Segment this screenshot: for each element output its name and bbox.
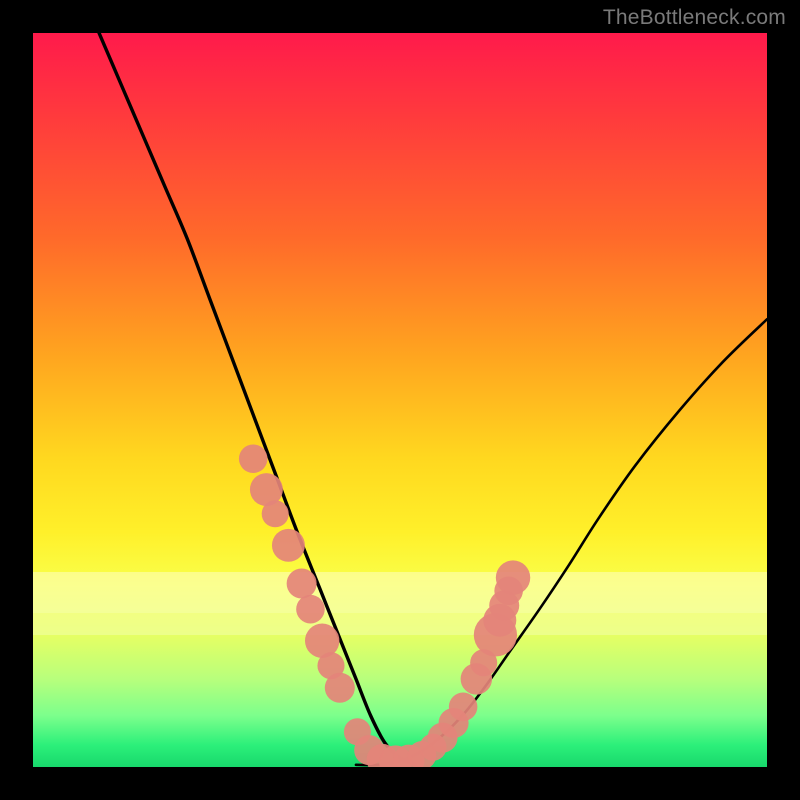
watermark-text: TheBottleneck.com bbox=[603, 6, 786, 30]
chart-svg bbox=[33, 33, 767, 767]
data-marker bbox=[496, 560, 530, 594]
data-marker bbox=[287, 568, 317, 598]
data-marker bbox=[449, 693, 478, 722]
data-marker bbox=[239, 444, 268, 473]
series-left-branch bbox=[99, 33, 415, 764]
data-marker bbox=[325, 673, 355, 703]
plot-area bbox=[33, 33, 767, 767]
data-marker bbox=[272, 529, 305, 562]
chart-frame: TheBottleneck.com bbox=[0, 0, 800, 800]
series-right-branch bbox=[356, 319, 767, 765]
data-marker bbox=[262, 500, 289, 527]
data-marker bbox=[296, 595, 325, 624]
series-group bbox=[99, 33, 767, 765]
